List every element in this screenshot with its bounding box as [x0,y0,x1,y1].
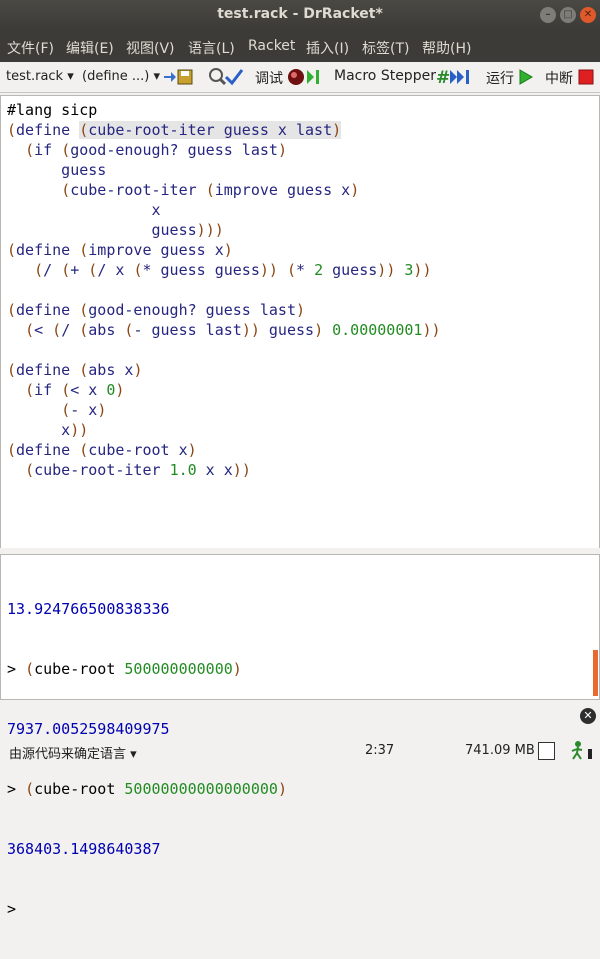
stop-icon[interactable] [578,67,594,87]
running-man-icon [571,741,592,760]
macro-stepper-button[interactable]: Macro Stepper [334,68,436,84]
code-line: (define (cube-root-iter guess x last) [7,121,342,139]
menu-language[interactable]: 语言(L) [188,38,235,58]
repl-prompt: > [7,900,17,918]
code-line: (define (cube-root x) [7,441,197,459]
menu-view[interactable]: 视图(V) [126,38,175,58]
run-icon[interactable] [518,67,534,87]
menu-insert[interactable]: 插入(I) [306,38,349,58]
file-dropdown-label: test.rack [6,69,64,84]
menu-tabs[interactable]: 标签(T) [362,38,409,58]
toolbar: test.rack ▾ (define ...) ▾ 调试 Macro Step… [0,62,600,93]
repl-output: 368403.1498640387 [7,840,161,858]
close-search-icon[interactable]: ✕ [580,708,596,724]
gc-indicator [538,742,555,760]
run-button[interactable]: 运行 [486,68,514,88]
repl-prompt: > [7,660,17,678]
language-selector[interactable]: 由源代码来确定语言 ▾ [9,743,137,762]
code-line: x)) [7,421,89,439]
code-line: guess))) [7,221,224,239]
status-bar: 由源代码来确定语言 ▾ 2:37 741.09 MB [0,738,600,762]
lang-line: #lang sicp [7,101,98,119]
debug-icon[interactable] [287,67,323,87]
macro-stepper-icon[interactable]: # [436,67,474,87]
save-icon[interactable] [162,67,194,87]
menu-help[interactable]: 帮助(H) [422,38,471,58]
check-syntax-icon[interactable] [208,67,244,87]
menu-file[interactable]: 文件(F) [7,38,54,58]
cursor-position: 2:37 [365,743,395,758]
repl-input-line: > (cube-root 500000000000) [7,659,287,679]
repl-expression: (cube-root 50000000000000000) [25,780,287,798]
repl-input-line: > (cube-root 50000000000000000) [7,779,287,799]
define-dropdown-label: (define ...) [82,69,150,84]
code-line: (if (good-enough? guess last) [25,141,287,159]
code-area[interactable]: #lang sicp (define (cube-root-iter guess… [7,100,441,480]
code-line: (if (< x 0) [25,381,125,399]
file-dropdown[interactable]: test.rack ▾ [6,69,74,84]
menu-edit[interactable]: 编辑(E) [66,38,114,58]
stop-button[interactable]: 中断 [545,68,573,88]
svg-text:#: # [436,68,450,87]
memory-usage[interactable]: 741.09 MB [465,743,535,758]
window-title: test.rack - DrRacket* [217,6,383,22]
repl-input-line[interactable]: > [7,899,287,919]
code-line: (define (good-enough? guess last) [7,301,306,319]
code-line: (cube-root-iter 1.0 x x)) [25,461,251,479]
debug-button[interactable]: 调试 [255,68,283,88]
code-line: (cube-root-iter (improve guess x) [61,181,360,199]
code-line: (define (improve guess x) [7,241,233,259]
code-line: (define (abs x) [7,361,143,379]
code-line: (- x) [61,401,107,419]
repl-output: 13.924766500838336 [7,600,170,618]
repl-output: 7937.0052598409975 [7,720,170,738]
interactions-pane[interactable]: 13.924766500838336 > (cube-root 50000000… [0,554,600,918]
repl-scrollbar[interactable] [593,650,598,696]
definitions-editor[interactable]: #lang sicp (define (cube-root-iter guess… [0,95,600,549]
define-dropdown[interactable]: (define ...) ▾ [82,69,160,84]
repl-prompt: > [7,780,17,798]
code-line: (/ (+ (/ x (* guess guess)) (* 2 guess))… [34,261,432,279]
title-bar: – □ ✕ test.rack - DrRacket* [0,0,600,30]
code-line: guess [7,161,107,179]
repl-expression: (cube-root 500000000000) [25,660,242,678]
code-line: x [7,201,161,219]
menu-bar: 文件(F) 编辑(E) 视图(V) 语言(L) Racket 插入(I) 标签(… [0,30,600,62]
language-label: 由源代码来确定语言 [9,747,127,762]
code-line: (< (/ (abs (- guess last)) guess) 0.0000… [25,321,441,339]
menu-racket[interactable]: Racket [248,38,295,54]
